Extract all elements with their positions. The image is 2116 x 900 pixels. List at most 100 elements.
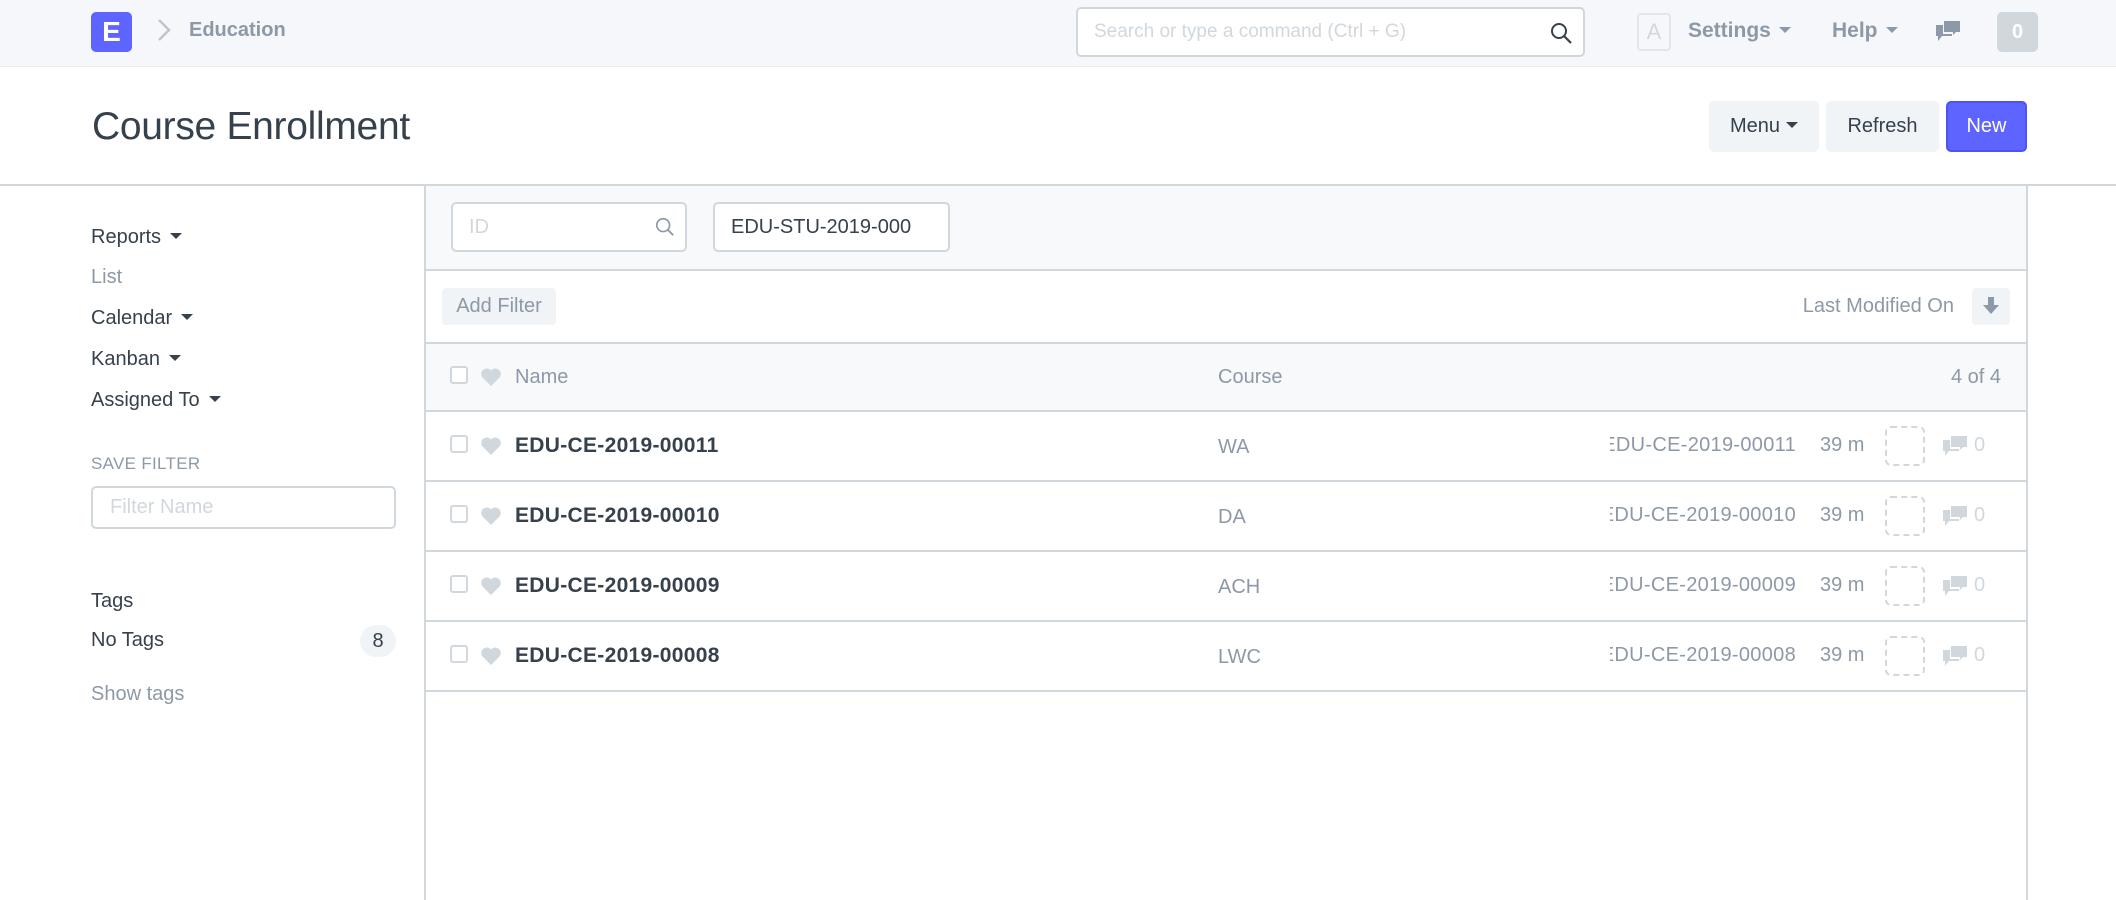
caret-down-icon <box>168 355 181 362</box>
heart-icon[interactable] <box>480 646 502 666</box>
row-modified: 39 m <box>1820 574 1865 596</box>
global-search[interactable] <box>1076 7 1585 57</box>
heart-icon[interactable] <box>480 367 502 387</box>
caret-down-icon <box>170 233 183 240</box>
tags-heading: Tags <box>91 590 134 612</box>
comment-icon <box>1943 436 1967 456</box>
sidebar-item-label: List <box>91 266 123 288</box>
row-name-link[interactable]: EDU-CE-2019-00009 <box>515 574 720 598</box>
comment-icon <box>1943 576 1967 596</box>
list-frame: Add Filter Last Modified On Name Course … <box>424 186 2028 900</box>
row-modified: 39 m <box>1820 644 1865 666</box>
show-tags-link[interactable]: Show tags <box>91 683 184 706</box>
assign-avatar-placeholder[interactable] <box>1885 496 1925 536</box>
caret-down-icon <box>208 396 221 403</box>
row-checkbox[interactable] <box>450 645 468 663</box>
no-tags-item[interactable]: No Tags <box>91 629 164 652</box>
arrow-down-icon <box>1983 297 1999 314</box>
row-comment-count: 0 <box>1974 574 1986 596</box>
row-checkbox[interactable] <box>450 505 468 523</box>
assign-avatar-placeholder[interactable] <box>1885 566 1925 606</box>
sort-order-button[interactable] <box>1972 288 2010 325</box>
menu-button[interactable]: Menu <box>1709 101 1819 152</box>
student-filter-input[interactable] <box>713 202 950 252</box>
menu-label: Menu <box>1729 115 1781 137</box>
row-checkbox[interactable] <box>450 575 468 593</box>
id-filter-input[interactable] <box>469 204 649 250</box>
row-id: EDU-CE-2019-00010 <box>1610 504 1796 526</box>
id-filter[interactable] <box>451 202 687 252</box>
row-name-link[interactable]: EDU-CE-2019-00010 <box>515 504 720 528</box>
comment-icon <box>1943 506 1967 526</box>
settings-dropdown[interactable]: Settings <box>1688 19 1791 43</box>
row-id: EDU-CE-2019-00009 <box>1610 574 1796 596</box>
row-id-cell: EDU-CE-2019-00009 <box>1610 574 1796 602</box>
sidebar-item-label: Calendar <box>91 307 173 329</box>
row-comment-count: 0 <box>1974 504 1986 526</box>
row-course: LWC <box>1218 646 1261 668</box>
breadcrumb-education[interactable]: Education <box>189 19 286 42</box>
list-row[interactable]: EDU-CE-2019-00011 WA EDU-CE-2019-00011 3… <box>426 412 2026 482</box>
sort-by-selector[interactable]: Last Modified On <box>1803 295 1954 318</box>
row-name-link[interactable]: EDU-CE-2019-00008 <box>515 644 720 668</box>
chat-icon[interactable] <box>1934 19 1962 43</box>
caret-down-icon <box>1885 26 1898 33</box>
search-icon[interactable] <box>1549 21 1573 45</box>
notification-badge[interactable]: 0 <box>1997 12 2038 52</box>
row-modified: 39 m <box>1820 504 1865 526</box>
save-filter-label: SAVE FILTER <box>91 454 201 473</box>
sidebar-item-kanban[interactable]: Kanban <box>91 348 181 371</box>
chevron-right-icon <box>158 19 171 41</box>
navbar: E Education A Settings Help 0 <box>0 0 2116 67</box>
help-label: Help <box>1832 19 1878 42</box>
assign-avatar-placeholder[interactable] <box>1885 426 1925 466</box>
sidebar-item-label: Reports <box>91 226 162 248</box>
caret-down-icon <box>1778 26 1791 33</box>
sidebar-item-list[interactable]: List <box>91 266 122 289</box>
row-id: EDU-CE-2019-00011 <box>1610 434 1796 456</box>
settings-label: Settings <box>1688 19 1771 42</box>
filter-name-input[interactable] <box>91 486 396 529</box>
new-button[interactable]: New <box>1946 101 2027 152</box>
help-dropdown[interactable]: Help <box>1832 19 1898 43</box>
row-course: WA <box>1218 436 1250 458</box>
row-modified: 39 m <box>1820 434 1865 456</box>
standard-filters <box>426 186 2026 271</box>
sidebar-item-label: Kanban <box>91 348 160 370</box>
page-head: Course Enrollment Menu Refresh New <box>0 67 2116 186</box>
sidebar-item-calendar[interactable]: Calendar <box>91 307 194 330</box>
row-id: EDU-CE-2019-00008 <box>1610 644 1796 666</box>
search-icon <box>655 217 674 236</box>
list-row[interactable]: EDU-CE-2019-00008 LWC EDU-CE-2019-00008 … <box>426 622 2026 692</box>
row-id-cell: EDU-CE-2019-00010 <box>1610 504 1796 532</box>
global-search-input[interactable] <box>1094 9 1534 55</box>
list-header: Name Course 4 of 4 <box>426 344 2026 412</box>
row-comment-count: 0 <box>1974 644 1986 666</box>
record-count: 4 of 4 <box>1950 366 2001 388</box>
comment-icon <box>1943 646 1967 666</box>
row-name-link[interactable]: EDU-CE-2019-00011 <box>515 434 719 458</box>
caret-down-icon <box>181 314 194 321</box>
app-logo[interactable]: E <box>91 12 132 52</box>
caret-down-icon <box>1786 122 1799 129</box>
list-row[interactable]: EDU-CE-2019-00010 DA EDU-CE-2019-00010 3… <box>426 482 2026 552</box>
row-checkbox[interactable] <box>450 435 468 453</box>
user-avatar[interactable]: A <box>1637 13 1671 51</box>
no-tags-count-badge: 8 <box>360 625 396 657</box>
select-all-checkbox[interactable] <box>450 366 468 384</box>
refresh-button[interactable]: Refresh <box>1826 101 1939 152</box>
add-filter-button[interactable]: Add Filter <box>442 288 556 325</box>
sidebar-item-label: Assigned To <box>91 389 200 411</box>
row-id-cell: EDU-CE-2019-00008 <box>1610 644 1796 672</box>
heart-icon[interactable] <box>480 576 502 596</box>
row-course: ACH <box>1218 576 1261 598</box>
column-header-name: Name <box>515 366 569 388</box>
sidebar-item-reports[interactable]: Reports <box>91 226 183 249</box>
heart-icon[interactable] <box>480 436 502 456</box>
page-title: Course Enrollment <box>92 105 410 148</box>
assign-avatar-placeholder[interactable] <box>1885 636 1925 676</box>
sidebar-item-assigned-to[interactable]: Assigned To <box>91 389 221 412</box>
heart-icon[interactable] <box>480 506 502 526</box>
row-course: DA <box>1218 506 1246 528</box>
list-row[interactable]: EDU-CE-2019-00009 ACH EDU-CE-2019-00009 … <box>426 552 2026 622</box>
